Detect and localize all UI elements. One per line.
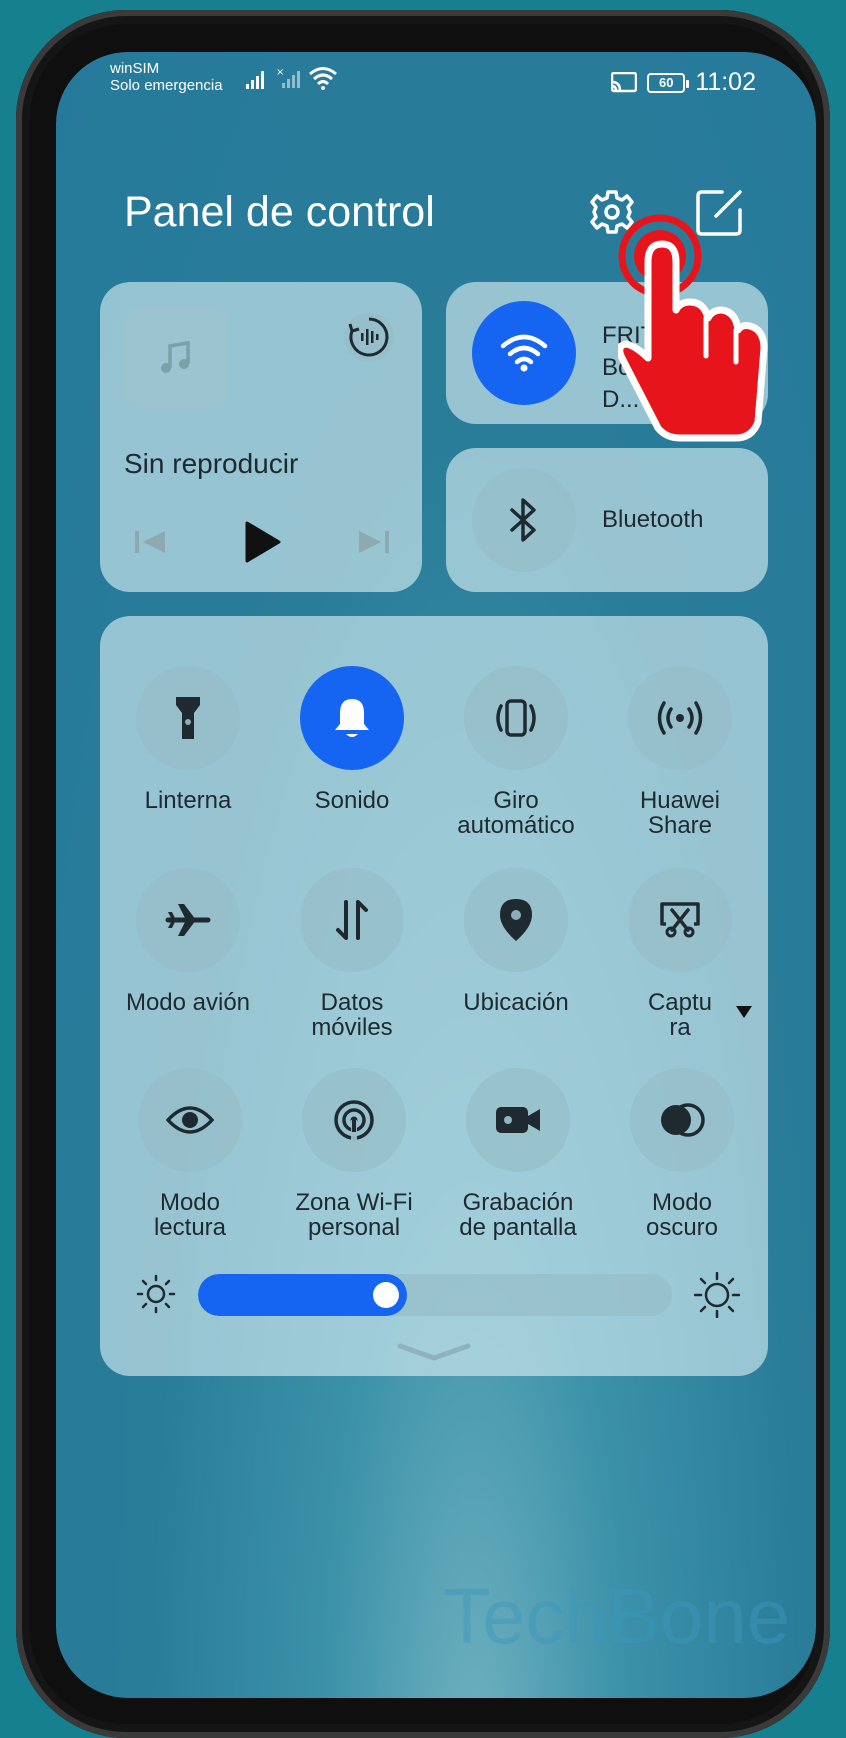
brightness-high-icon [694,1272,740,1318]
toggle-screen-record[interactable]: Grabación de pantalla [436,1068,600,1240]
toggle-dark-mode[interactable]: Modo oscuro [600,1068,764,1240]
next-button[interactable] [352,520,396,564]
chevron-down-icon[interactable] [396,1340,472,1364]
toggle-sound[interactable]: Sonido [270,666,434,813]
dark-mode-icon [661,1103,705,1137]
sound-button[interactable] [300,666,404,770]
clock: 11:02 [695,68,756,96]
dark-mode-button[interactable] [630,1068,734,1172]
toggle-label: Ubicación [463,989,569,1016]
previous-button[interactable] [128,520,172,564]
bluetooth-toggle[interactable] [472,468,576,572]
bluetooth-tile[interactable]: Bluetooth [446,448,768,592]
status-bar-right: 60 11:02 [611,68,756,97]
toggle-label: Modo oscuro [645,1189,719,1241]
toggle-huawei-share[interactable]: Huawei Share [598,666,762,838]
cast-icon [611,71,638,92]
screen-record-icon [496,1107,540,1133]
screenshot-icon [660,902,700,938]
toggle-screenshot[interactable]: Captu ra [598,868,762,1040]
svg-text:×: × [276,67,284,78]
toggle-label: Modo lectura [153,1189,227,1241]
next-icon [359,531,389,553]
toggle-hotspot[interactable]: Zona Wi-Fi personal [272,1068,436,1240]
brightness-low-icon [136,1274,176,1314]
flashlight-icon [176,697,200,739]
toggle-location[interactable]: Ubicación [434,868,598,1015]
toggle-label: Linterna [144,787,232,814]
status-bar-left: winSIM Solo emergencia [110,60,223,95]
toggle-label: Huawei Share [639,787,721,839]
toggle-label: Modo avión [125,989,251,1016]
toggle-label: Grabación de pantalla [459,1189,577,1241]
toggle-auto-rotate[interactable]: Giro automático [434,666,598,838]
toggle-reading-mode[interactable]: Modo lectura [108,1068,272,1240]
bluetooth-icon [510,498,536,542]
screenshot-button[interactable] [628,868,732,972]
battery-icon: 60 [647,72,690,93]
huawei-share-button[interactable] [628,666,732,770]
toggle-label: Datos móviles [311,989,393,1041]
media-controls [128,520,396,564]
hotspot-button[interactable] [302,1068,406,1172]
huawei-share-icon [657,701,703,735]
media-player-card[interactable]: Sin reproducir [100,282,422,592]
mobile-data-icon [336,900,368,940]
signal-no-sim-icon: × [276,67,300,88]
carrier-name: winSIM [110,60,160,77]
battery-level: 60 [659,75,674,90]
toggle-label: Giro automático [457,787,575,839]
brightness-control [136,1272,740,1318]
airplane-mode-button[interactable] [136,868,240,972]
toggle-label: Zona Wi-Fi personal [295,1189,413,1241]
album-art [124,306,228,410]
signal-icon [246,71,264,89]
wifi-toggle[interactable] [472,301,576,405]
location-button[interactable] [464,868,568,972]
flashlight-button[interactable] [136,666,240,770]
mobile-data-button[interactable] [300,868,404,972]
toggle-mobile-data[interactable]: Datos móviles [270,868,434,1040]
toggle-label: Sonido [314,787,390,814]
hotspot-icon [334,1100,374,1142]
quick-settings-grid: Linterna Sonido Giro automático Huawei S… [100,616,768,1376]
auto-rotate-icon [496,699,536,737]
play-button[interactable] [240,520,284,564]
network-status: Solo emergencia [110,77,223,94]
toggle-airplane-mode[interactable]: Modo avión [106,868,270,1015]
watermark: TechBone [443,1572,790,1660]
audio-output-icon[interactable] [342,310,396,364]
location-icon [500,899,532,941]
caret-down-icon[interactable] [736,1006,752,1018]
airplane-icon [165,904,211,936]
toggle-flashlight[interactable]: Linterna [106,666,270,813]
eye-icon [166,1106,214,1134]
auto-rotate-button[interactable] [464,666,568,770]
reading-mode-button[interactable] [138,1068,242,1172]
play-icon [245,521,281,563]
music-note-icon [161,340,190,373]
wifi-icon [500,334,548,372]
brightness-slider-thumb[interactable] [373,1282,399,1308]
bluetooth-label: Bluetooth [602,506,704,533]
wifi-status-icon [309,67,337,90]
previous-icon [135,531,165,553]
page-title: Panel de control [124,188,435,236]
brightness-slider[interactable] [198,1274,672,1316]
media-status: Sin reproducir [124,448,299,479]
status-icons: × [246,66,338,90]
screen-record-button[interactable] [466,1068,570,1172]
bell-icon [335,699,369,737]
pointing-hand-icon [618,214,768,442]
